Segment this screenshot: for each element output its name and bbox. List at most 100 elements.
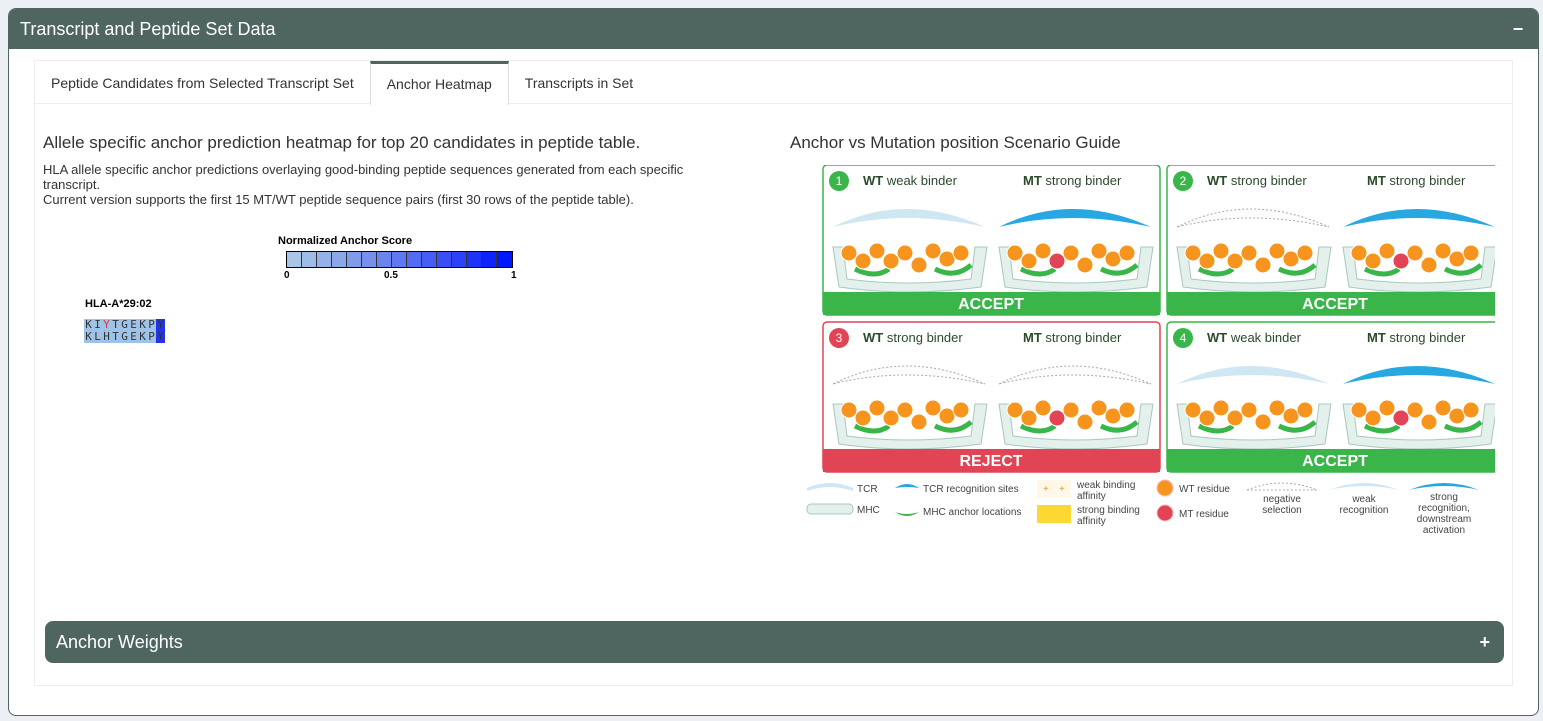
legend-cell [437,252,452,267]
mt-residue-legend-icon [1156,504,1174,522]
tab-panel: Peptide Candidates from Selected Transcr… [34,60,1513,686]
wt-residue [1434,242,1452,260]
mt-residue [1392,409,1410,427]
wt-residue [1062,401,1080,419]
legend-cell [317,252,332,267]
wt-residue [910,256,928,274]
peptide-residue: E [129,330,138,343]
wt-residue [896,401,914,419]
wt-residue [1350,401,1368,419]
legend-cell [407,252,422,267]
tab-anchor-heatmap[interactable]: Anchor Heatmap [369,61,509,105]
wt-residue [924,399,942,417]
wt-residue [1350,244,1368,262]
verdict-label: ACCEPT [1302,453,1368,470]
wt-residue [1090,399,1108,417]
legend-cell [482,252,497,267]
wt-residue [1090,242,1108,260]
wt-label: WT weak binder [1207,330,1302,345]
wt-residue [1062,244,1080,262]
legend-strong-rec-2: recognition, [1418,503,1470,514]
wt-residue [1296,244,1314,262]
legend-mt-residue: MT residue [1179,509,1229,520]
anchor-weights-box[interactable]: Anchor Weights + [45,621,1504,663]
legend-cell [467,252,482,267]
box-title: Transcript and Peptide Set Data [20,18,276,39]
verdict-label: ACCEPT [1302,296,1368,313]
wt-residue [1184,244,1202,262]
wt-residue [1406,401,1424,419]
legend-cell [332,252,347,267]
legend-weak-rec-2: recognition [1340,505,1389,516]
box-header: Transcript and Peptide Set Data − [9,9,1538,49]
wt-residue [1462,401,1480,419]
tab-peptide-candidates[interactable]: Peptide Candidates from Selected Transcr… [35,61,370,103]
mt-residue [1392,252,1410,270]
legend-tcr-sites: TCR recognition sites [923,484,1019,495]
mt-label: MT strong binder [1367,173,1466,188]
legend-strong-rec-4: activation [1423,525,1465,536]
wt-residue [1184,401,1202,419]
weak-affinity-plus: + [1043,484,1049,495]
legend-strong-affinity-1: strong binding [1077,505,1140,516]
tab-bar: Peptide Candidates from Selected Transcr… [35,61,1512,105]
wt-residue [1462,244,1480,262]
peptide-residue: L [93,330,102,343]
wt-residue [1034,242,1052,260]
mt-label: MT strong binder [1367,330,1466,345]
wt-residue [1118,244,1136,262]
legend-mhc: MHC [857,505,880,516]
wt-residue [1364,409,1382,427]
tab-transcripts-in-set[interactable]: Transcripts in Set [509,61,649,103]
wt-residue [854,252,872,270]
wt-residue [1020,252,1038,270]
wt-residue [910,413,928,431]
wt-residue [1006,244,1024,262]
legend-cell [362,252,377,267]
wt-residue [1226,409,1244,427]
mt-label: MT strong binder [1023,173,1122,188]
wt-residue [1378,242,1396,260]
heatmap-title: Allele specific anchor prediction heatma… [43,133,641,152]
wt-residue [1254,413,1272,431]
wt-residue [1378,399,1396,417]
transcript-peptide-box: Transcript and Peptide Set Data − Peptid… [8,8,1539,716]
legend-cell [377,252,392,267]
legend-tcr: TCR [857,484,878,495]
anchor-score-legend-bar [286,251,513,268]
weak-recognition-legend-icon [1329,483,1399,490]
scenario-panel-3: 3 WT strong binder MT strong binder REJECT [822,321,1161,473]
tcr-legend-icon [807,483,853,491]
legend-strong-rec-1: strong [1430,492,1458,503]
legend-weak-affinity-1: weak binding [1076,480,1135,491]
peptide-residue: T [111,330,120,343]
verdict-label: REJECT [959,453,1022,470]
wt-residue [840,401,858,419]
legend-mhc-anchor: MHC anchor locations [923,507,1021,518]
legend-wt-residue: WT residue [1179,484,1230,495]
collapse-button[interactable]: − [1508,19,1528,40]
wt-residue [1076,413,1094,431]
legend-cell [392,252,407,267]
peptide-residue: Y [156,330,165,343]
legend-strong-rec-3: downstream [1417,514,1471,525]
wt-residue [1420,256,1438,274]
legend-cell [497,252,512,267]
negative-selection-legend-icon [1246,482,1318,491]
wt-residue [840,244,858,262]
scenario-number: 3 [836,331,843,345]
legend-cell [422,252,437,267]
scenario-panel-4: 4 WT weak binder MT strong binder ACCEPT [1166,321,1495,473]
peptide-residue: H [102,330,111,343]
wt-residue [924,242,942,260]
peptide-residue: P [147,330,156,343]
peptide-residue: K [138,330,147,343]
wt-residue [1420,413,1438,431]
strong-affinity-legend-icon [1037,505,1071,523]
description-line-2: Current version supports the first 15 MT… [43,192,634,207]
mt-residue [1048,252,1066,270]
wt-residue [1118,401,1136,419]
expand-button[interactable]: + [1479,632,1490,653]
scenario-number: 4 [1180,331,1187,345]
legend-negative-1: negative [1263,494,1301,505]
